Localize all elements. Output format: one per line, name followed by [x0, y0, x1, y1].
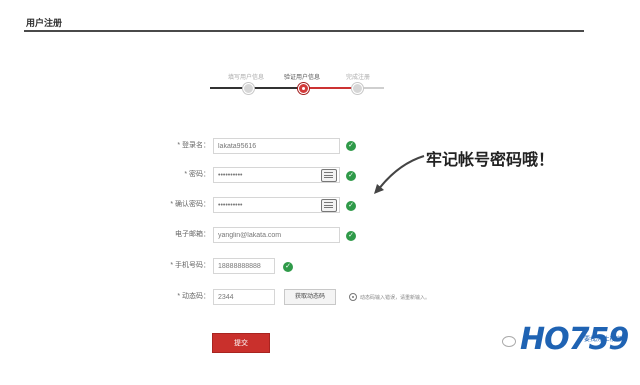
submit-button[interactable]: 提交 — [212, 333, 270, 353]
step-line — [252, 87, 300, 89]
keyboard-icon[interactable] — [321, 199, 337, 212]
step-dot-2 — [298, 83, 309, 94]
page-title: 用户注册 — [26, 18, 63, 28]
check-icon: ✓ — [346, 231, 356, 241]
phone-input[interactable] — [213, 258, 275, 274]
phone-label: * 手机号码： — [170, 262, 210, 269]
header-divider — [24, 30, 584, 32]
email-label: 电子邮箱： — [175, 231, 210, 238]
watermark-slogan: 要找房 上楼房 — [584, 337, 622, 343]
code-hint: 动态码输入错误，请重新输入。 — [360, 295, 431, 301]
username-label: * 登录名： — [177, 142, 210, 149]
check-icon: ✓ — [283, 262, 293, 272]
confirm-password-label: * 确认密码： — [170, 201, 210, 208]
code-input[interactable] — [213, 289, 275, 305]
step-line — [360, 87, 384, 89]
step-label-3: 完成注册 — [346, 75, 371, 81]
check-icon: ✓ — [346, 141, 356, 151]
get-code-button[interactable]: 获取动态码 — [284, 289, 336, 305]
annotation-text: 牢记帐号密码哦！ — [426, 150, 555, 169]
step-line — [210, 87, 246, 89]
info-icon — [349, 293, 357, 301]
wechat-icon — [502, 336, 516, 347]
password-label: * 密码： — [184, 171, 210, 178]
annotation-arrow — [374, 155, 425, 194]
step-label-1: 填写用户信息 — [228, 75, 265, 81]
code-label: * 动态码： — [177, 293, 210, 300]
step-dot-3 — [352, 83, 363, 94]
step-line — [306, 87, 354, 89]
check-icon: ✓ — [346, 201, 356, 211]
check-icon: ✓ — [346, 171, 356, 181]
keyboard-icon[interactable] — [321, 169, 337, 182]
step-dot-1 — [243, 83, 254, 94]
username-input[interactable] — [213, 138, 340, 154]
step-label-2: 验证用户信息 — [284, 75, 321, 81]
email-input[interactable] — [213, 227, 340, 243]
